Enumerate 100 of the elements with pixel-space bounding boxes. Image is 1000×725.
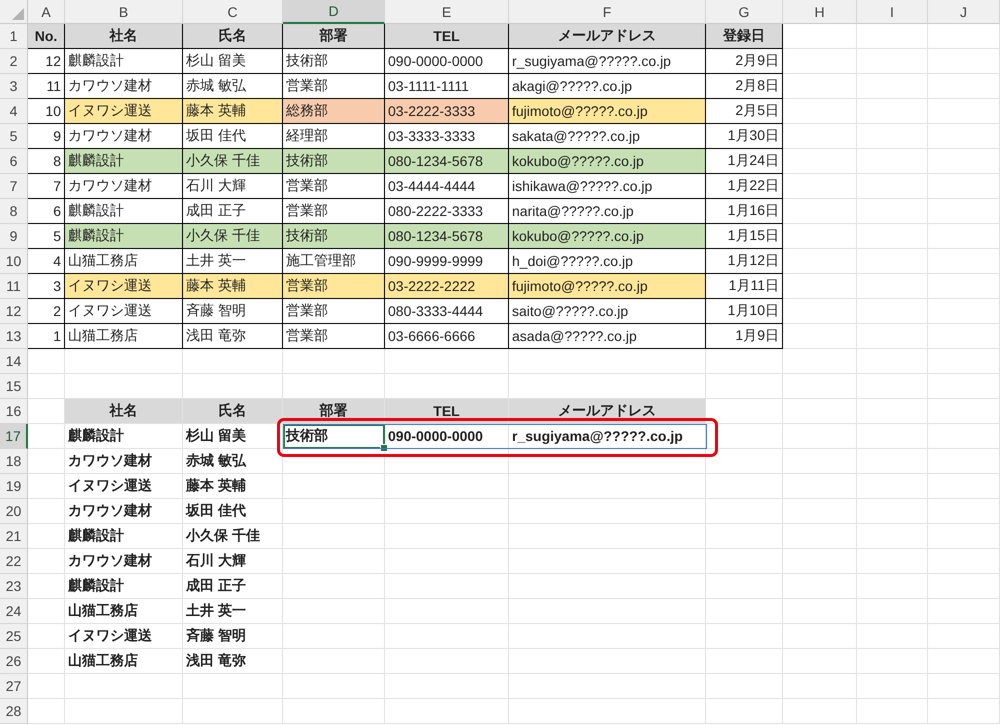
table-cell: saito@?????.co.jp	[509, 299, 706, 324]
empty-cell	[857, 299, 928, 324]
column-header[interactable]: A	[28, 0, 65, 24]
table-cell: カワウソ建材	[65, 499, 183, 524]
table-cell: カワウソ建材	[65, 549, 183, 574]
row-header[interactable]: 13	[0, 324, 28, 349]
table-cell: 営業部	[283, 274, 385, 299]
empty-cell	[857, 374, 928, 399]
empty-cell	[857, 199, 928, 224]
row-header[interactable]: 22	[0, 549, 28, 574]
empty-cell	[928, 674, 1000, 699]
empty-cell	[928, 524, 1000, 549]
row-header[interactable]: 10	[0, 249, 28, 274]
table-cell: 石川 大輝	[183, 174, 283, 199]
empty-cell	[857, 24, 928, 49]
row-header[interactable]: 21	[0, 524, 28, 549]
table-cell: 杉山 留美	[183, 424, 283, 449]
column-header[interactable]: H	[783, 0, 857, 24]
table-cell: 石川 大輝	[183, 549, 283, 574]
table-cell: 藤本 英輔	[183, 474, 283, 499]
table-cell: r_sugiyama@?????.co.jp	[509, 424, 706, 449]
row-header[interactable]: 19	[0, 474, 28, 499]
row-header[interactable]: 17	[0, 424, 28, 449]
row-header[interactable]: 11	[0, 274, 28, 299]
table-cell: 部署	[283, 24, 385, 49]
table-cell: 氏名	[183, 24, 283, 49]
row-header[interactable]: 12	[0, 299, 28, 324]
column-header[interactable]: J	[928, 0, 1000, 24]
row-header[interactable]: 23	[0, 574, 28, 599]
column-header[interactable]: F	[509, 0, 706, 24]
table-cell: 成田 正子	[183, 574, 283, 599]
empty-cell	[857, 349, 928, 374]
row-header[interactable]: 18	[0, 449, 28, 474]
empty-cell	[857, 524, 928, 549]
empty-cell	[857, 649, 928, 674]
table-cell: 技術部	[283, 149, 385, 174]
row-header[interactable]: 27	[0, 674, 28, 699]
table-cell: イヌワシ運送	[65, 99, 183, 124]
row-header[interactable]: 15	[0, 374, 28, 399]
empty-cell	[857, 324, 928, 349]
row-header[interactable]: 1	[0, 24, 28, 49]
table-cell: 山猫工務店	[65, 649, 183, 674]
column-header[interactable]: G	[706, 0, 783, 24]
table-cell: 総務部	[283, 99, 385, 124]
empty-cell	[857, 399, 928, 424]
row-header[interactable]: 26	[0, 649, 28, 674]
table-cell: kokubo@?????.co.jp	[509, 149, 706, 174]
row-header[interactable]: 4	[0, 99, 28, 124]
empty-cell	[857, 449, 928, 474]
empty-cell	[928, 299, 1000, 324]
table-cell: 杉山 留美	[183, 49, 283, 74]
table-cell: 090-0000-0000	[385, 49, 509, 74]
table-cell: 7	[28, 174, 65, 199]
table-cell: イヌワシ運送	[65, 474, 183, 499]
table-cell: カワウソ建材	[65, 174, 183, 199]
empty-cell	[928, 474, 1000, 499]
empty-cell	[928, 199, 1000, 224]
column-header[interactable]: C	[183, 0, 283, 24]
table-cell: 1月24日	[706, 149, 783, 174]
row-header[interactable]: 24	[0, 599, 28, 624]
row-header[interactable]: 16	[0, 399, 28, 424]
column-header[interactable]: B	[65, 0, 183, 24]
empty-cell	[928, 399, 1000, 424]
row-header[interactable]: 2	[0, 49, 28, 74]
row-header[interactable]: 3	[0, 74, 28, 99]
table-cell: 03-2222-2222	[385, 274, 509, 299]
table-cell: カワウソ建材	[65, 449, 183, 474]
empty-cell	[928, 49, 1000, 74]
table-cell: 9	[28, 124, 65, 149]
table-cell: 営業部	[283, 299, 385, 324]
empty-cell	[857, 424, 928, 449]
table-cell: イヌワシ運送	[65, 624, 183, 649]
table-cell: 麒麟設計	[65, 524, 183, 549]
row-header[interactable]: 14	[0, 349, 28, 374]
column-header[interactable]: D	[283, 0, 385, 24]
table-cell: 4	[28, 249, 65, 274]
table-cell: 浅田 竜弥	[183, 324, 283, 349]
row-header[interactable]: 5	[0, 124, 28, 149]
table-cell: 山猫工務店	[65, 324, 183, 349]
table-cell: 080-1234-5678	[385, 224, 509, 249]
row-header[interactable]: 25	[0, 624, 28, 649]
table-cell: 斉藤 智明	[183, 299, 283, 324]
table-cell: 2月8日	[706, 74, 783, 99]
row-header[interactable]: 28	[0, 699, 28, 724]
table-cell: 社名	[65, 399, 183, 424]
row-header[interactable]: 8	[0, 199, 28, 224]
row-header[interactable]: 9	[0, 224, 28, 249]
empty-cell	[928, 324, 1000, 349]
row-header[interactable]: 20	[0, 499, 28, 524]
row-header[interactable]: 7	[0, 174, 28, 199]
table-cell: 坂田 佳代	[183, 499, 283, 524]
row-header[interactable]: 6	[0, 149, 28, 174]
column-header[interactable]: I	[857, 0, 928, 24]
table-cell: 小久保 千佳	[183, 524, 283, 549]
column-header[interactable]: E	[385, 0, 509, 24]
empty-cell	[928, 499, 1000, 524]
table-cell: ishikawa@?????.co.jp	[509, 174, 706, 199]
table-cell: 斉藤 智明	[183, 624, 283, 649]
table-cell: TEL	[385, 24, 509, 49]
table-cell: 麒麟設計	[65, 574, 183, 599]
